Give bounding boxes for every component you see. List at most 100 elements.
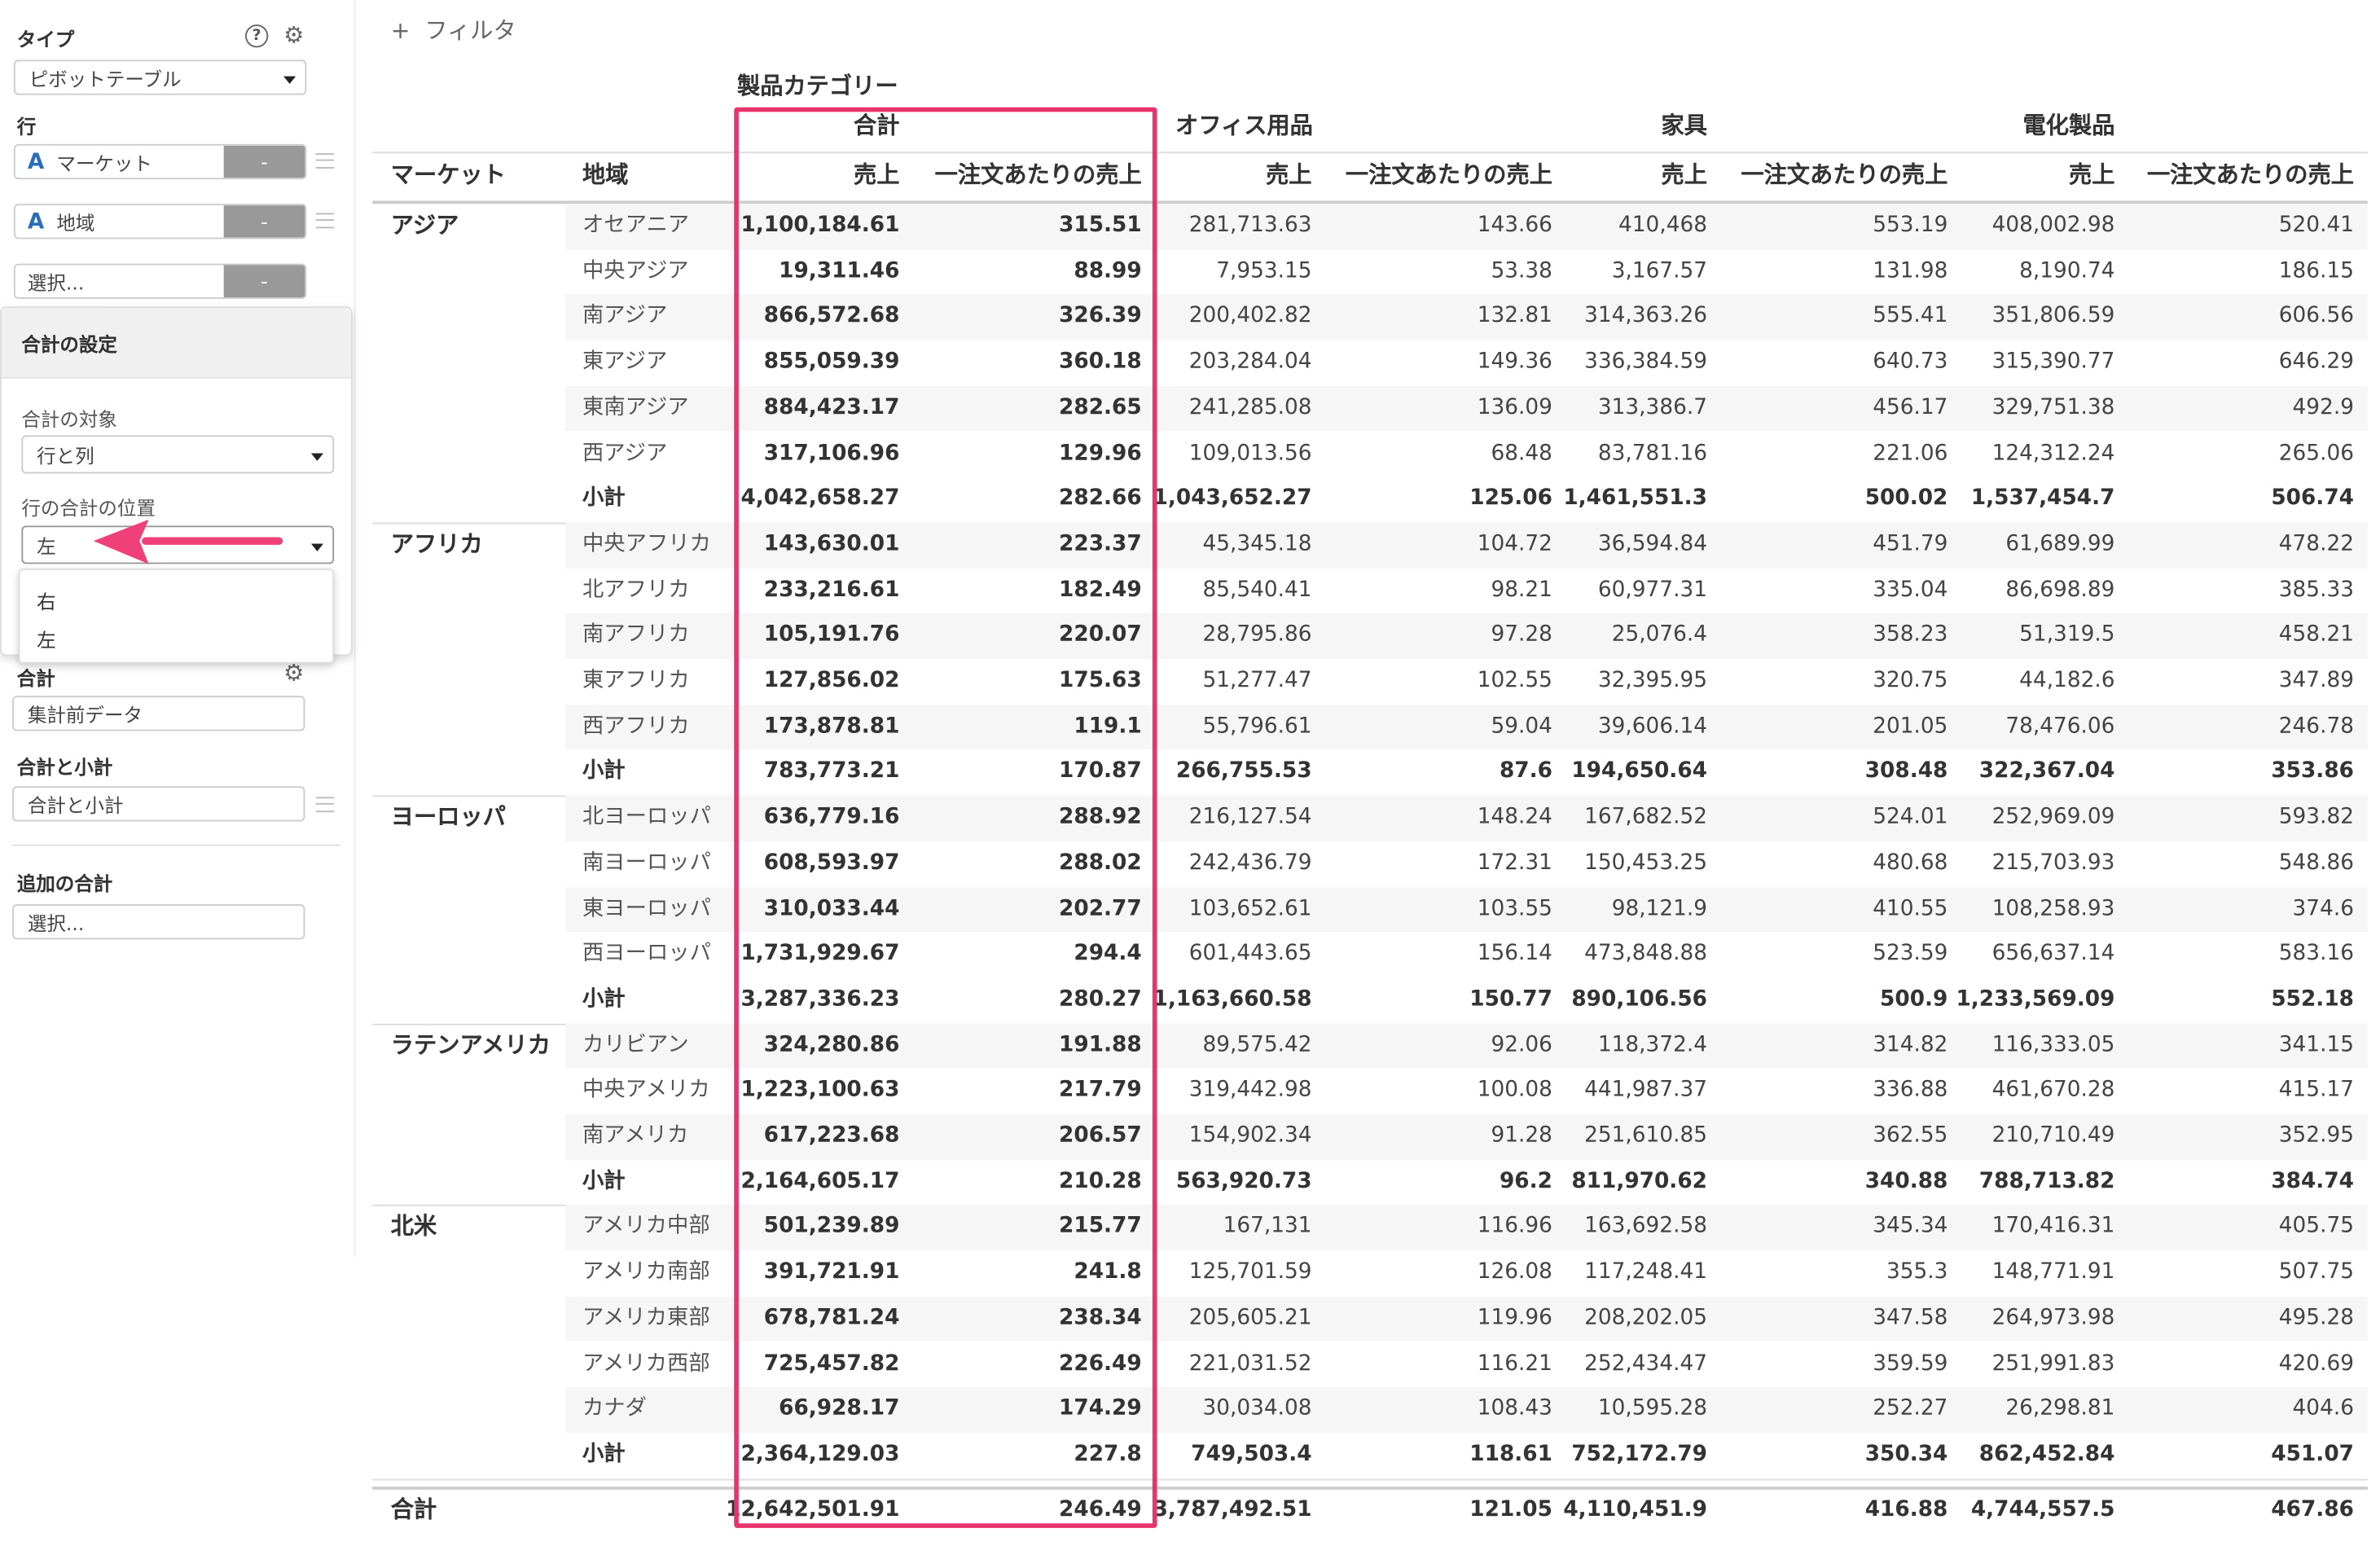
add-filter-button[interactable]: + フィルタ bbox=[391, 17, 516, 45]
remove-field-button[interactable]: - bbox=[223, 145, 305, 178]
drag-handle-icon[interactable] bbox=[315, 797, 335, 813]
chevron-down-icon bbox=[283, 75, 296, 84]
region-label: 西アジア bbox=[582, 440, 668, 466]
total-target-label: 合計の対象 bbox=[21, 407, 117, 431]
value-cell: 125,701.59 bbox=[1188, 1259, 1312, 1285]
value-cell: 362.55 bbox=[1873, 1123, 1948, 1149]
row-field-add[interactable]: 選択... - bbox=[13, 263, 307, 299]
value-cell: 458.21 bbox=[2278, 622, 2354, 648]
measure-header: 一注文あたりの売上 bbox=[1741, 160, 1948, 189]
row-field-placeholder: 選択... bbox=[27, 271, 85, 295]
value-cell: 359.59 bbox=[1873, 1351, 1948, 1376]
value-cell: 1,537,454.7 bbox=[1970, 485, 2115, 511]
measure-header: 売上 bbox=[2068, 160, 2115, 189]
value-cell: 524.01 bbox=[1873, 804, 1948, 830]
value-cell: 116,333.05 bbox=[1991, 1032, 2115, 1057]
value-cell: 384.74 bbox=[2271, 1168, 2354, 1194]
total-subtotal-input[interactable]: 合計と小計 bbox=[12, 786, 305, 822]
value-cell: 216,127.54 bbox=[1188, 804, 1312, 830]
filter-label: フィルタ bbox=[424, 16, 516, 45]
value-cell: 1,163,660.58 bbox=[1153, 986, 1312, 1012]
pivot-area: + フィルタ 製品カテゴリー 合計 オフィス用品 家具 電化製品 マーケット 地域 売上 一注文… bbox=[356, 0, 2380, 1546]
plus-icon: + bbox=[390, 16, 411, 45]
value-cell: 108.43 bbox=[1477, 1396, 1552, 1421]
region-label: 西アフリカ bbox=[582, 714, 690, 739]
value-cell: 500.02 bbox=[1864, 485, 1948, 511]
market-divider bbox=[372, 1478, 2368, 1480]
totals-input[interactable]: 集計前データ bbox=[12, 696, 305, 731]
type-select[interactable]: ピボットテーブル bbox=[13, 59, 307, 95]
highlight-box bbox=[734, 107, 1157, 1528]
value-cell: 480.68 bbox=[1873, 850, 1948, 875]
value-cell: 313,386.7 bbox=[1597, 395, 1707, 420]
value-cell: 32,395.95 bbox=[1597, 668, 1707, 693]
value-cell: 451.79 bbox=[1873, 531, 1948, 556]
value-cell: 59.04 bbox=[1491, 714, 1552, 739]
value-cell: 124,312.24 bbox=[1991, 440, 2115, 466]
value-cell: 252,434.47 bbox=[1584, 1351, 1707, 1376]
header-divider bbox=[372, 152, 2368, 154]
value-cell: 583.16 bbox=[2278, 941, 2354, 966]
value-cell: 451.07 bbox=[2271, 1442, 2354, 1467]
value-cell: 593.82 bbox=[2278, 804, 2354, 830]
value-cell: 281,713.63 bbox=[1188, 213, 1312, 238]
grand-total-cell: 416.88 bbox=[1864, 1496, 1948, 1522]
value-cell: 215,703.93 bbox=[1991, 850, 2115, 875]
totals-label: 合計 bbox=[16, 666, 55, 690]
value-cell: 148.24 bbox=[1477, 804, 1552, 830]
value-cell: 163,692.58 bbox=[1584, 1214, 1707, 1239]
value-cell: 523.59 bbox=[1873, 941, 1948, 966]
value-cell: 335.04 bbox=[1873, 577, 1948, 602]
value-cell: 520.41 bbox=[2278, 213, 2354, 238]
type-label: タイプ bbox=[16, 27, 75, 51]
value-cell: 203,284.04 bbox=[1188, 349, 1312, 375]
region-label: 北アフリカ bbox=[582, 577, 690, 602]
value-cell: 100.08 bbox=[1477, 1078, 1552, 1103]
value-cell: 314,363.26 bbox=[1584, 304, 1707, 329]
divider bbox=[12, 844, 340, 846]
type-select-value: ピボットテーブル bbox=[29, 67, 182, 91]
remove-field-button[interactable]: - bbox=[223, 205, 305, 238]
value-cell: 97.28 bbox=[1491, 622, 1552, 648]
grand-total-cell: 4,110,451.9 bbox=[1563, 1496, 1707, 1522]
additional-total-input[interactable]: 選択... bbox=[12, 904, 305, 940]
option-right[interactable]: 右 bbox=[37, 586, 56, 615]
additional-total-value: 選択... bbox=[27, 911, 85, 935]
gear-icon[interactable]: ⚙ bbox=[283, 661, 304, 685]
row-field-market[interactable]: A マーケット - bbox=[13, 143, 307, 180]
region-label: 西ヨーロッパ bbox=[582, 941, 712, 966]
value-cell: 45,345.18 bbox=[1202, 531, 1312, 556]
region-label: 東アジア bbox=[582, 349, 668, 375]
measure-header: 売上 bbox=[1266, 160, 1312, 189]
group-header: オフィス用品 bbox=[1175, 112, 1313, 140]
value-cell: 104.72 bbox=[1477, 531, 1552, 556]
total-target-select[interactable]: 行と列 bbox=[21, 435, 335, 474]
value-cell: 322,367.04 bbox=[1978, 759, 2115, 784]
value-cell: 1,043,652.27 bbox=[1153, 485, 1312, 511]
value-cell: 265.06 bbox=[2278, 440, 2354, 466]
value-cell: 507.75 bbox=[2278, 1259, 2354, 1285]
drag-handle-icon[interactable] bbox=[315, 213, 335, 229]
group-header: 家具 bbox=[1661, 112, 1707, 140]
value-cell: 89,575.42 bbox=[1202, 1032, 1312, 1057]
grand-total-cell: 4,744,557.5 bbox=[1970, 1496, 2115, 1522]
row-field-region[interactable]: A 地域 - bbox=[13, 204, 307, 239]
region-label: 南アフリカ bbox=[582, 622, 690, 648]
value-cell: 92.06 bbox=[1491, 1032, 1552, 1057]
market-label: ラテンアメリカ bbox=[390, 1030, 551, 1059]
drag-handle-icon[interactable] bbox=[315, 153, 335, 169]
value-cell: 314.82 bbox=[1873, 1032, 1948, 1057]
remove-field-button[interactable]: - bbox=[223, 265, 305, 298]
value-cell: 251,991.83 bbox=[1991, 1351, 2115, 1376]
value-cell: 118.61 bbox=[1469, 1442, 1552, 1467]
help-icon[interactable]: ? bbox=[245, 24, 269, 48]
value-cell: 119.96 bbox=[1477, 1305, 1552, 1330]
value-cell: 336,384.59 bbox=[1584, 349, 1707, 375]
grand-total-cell: 121.05 bbox=[1469, 1496, 1552, 1522]
region-label: 東ヨーロッパ bbox=[582, 895, 712, 920]
gear-icon[interactable]: ⚙ bbox=[283, 24, 304, 47]
region-label: カナダ bbox=[582, 1396, 647, 1421]
value-cell: 351,806.59 bbox=[1991, 304, 2115, 329]
option-left[interactable]: 左 bbox=[37, 624, 56, 653]
value-cell: 862,452.84 bbox=[1978, 1442, 2115, 1467]
